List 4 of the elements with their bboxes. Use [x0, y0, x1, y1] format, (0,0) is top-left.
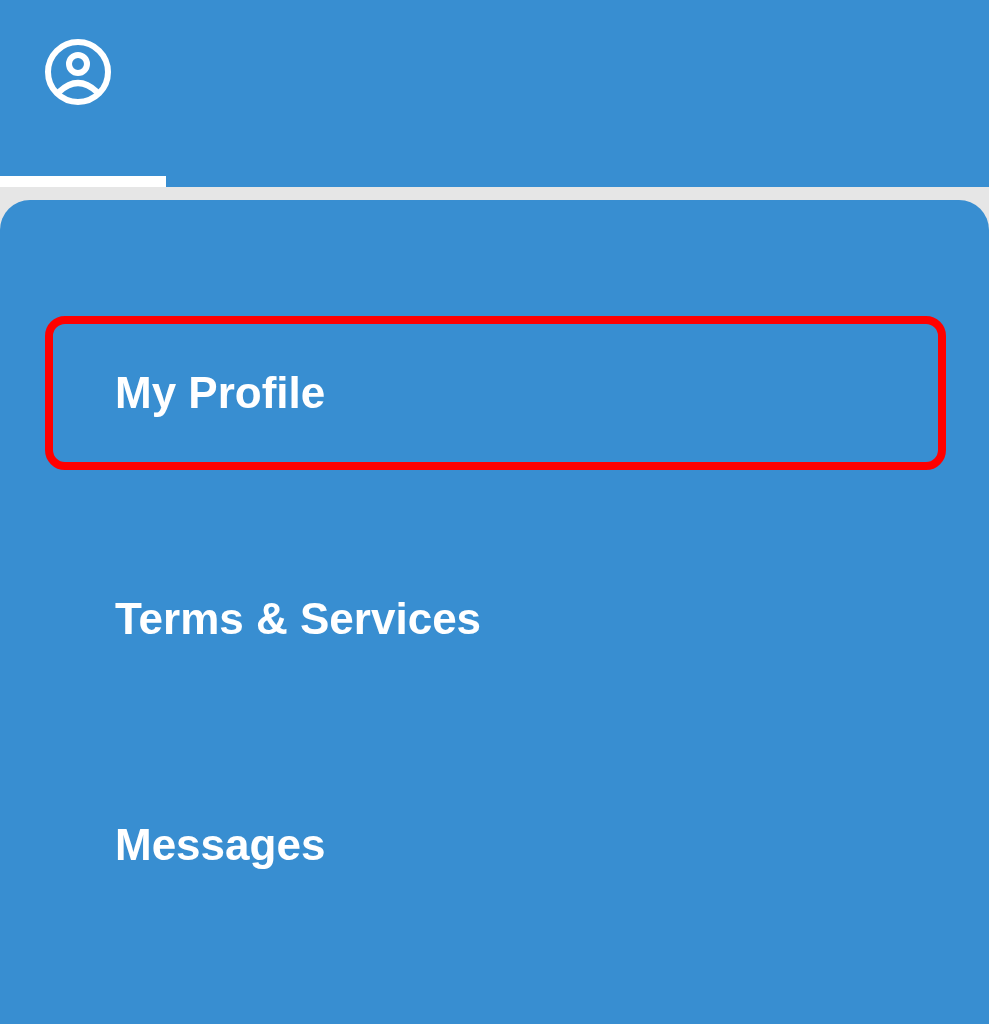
menu-item[interactable]: My Profile [45, 316, 946, 470]
menu-item[interactable]: Terms & Services [45, 542, 946, 696]
user-icon [44, 38, 112, 106]
menu-item[interactable]: Messages [45, 768, 946, 922]
